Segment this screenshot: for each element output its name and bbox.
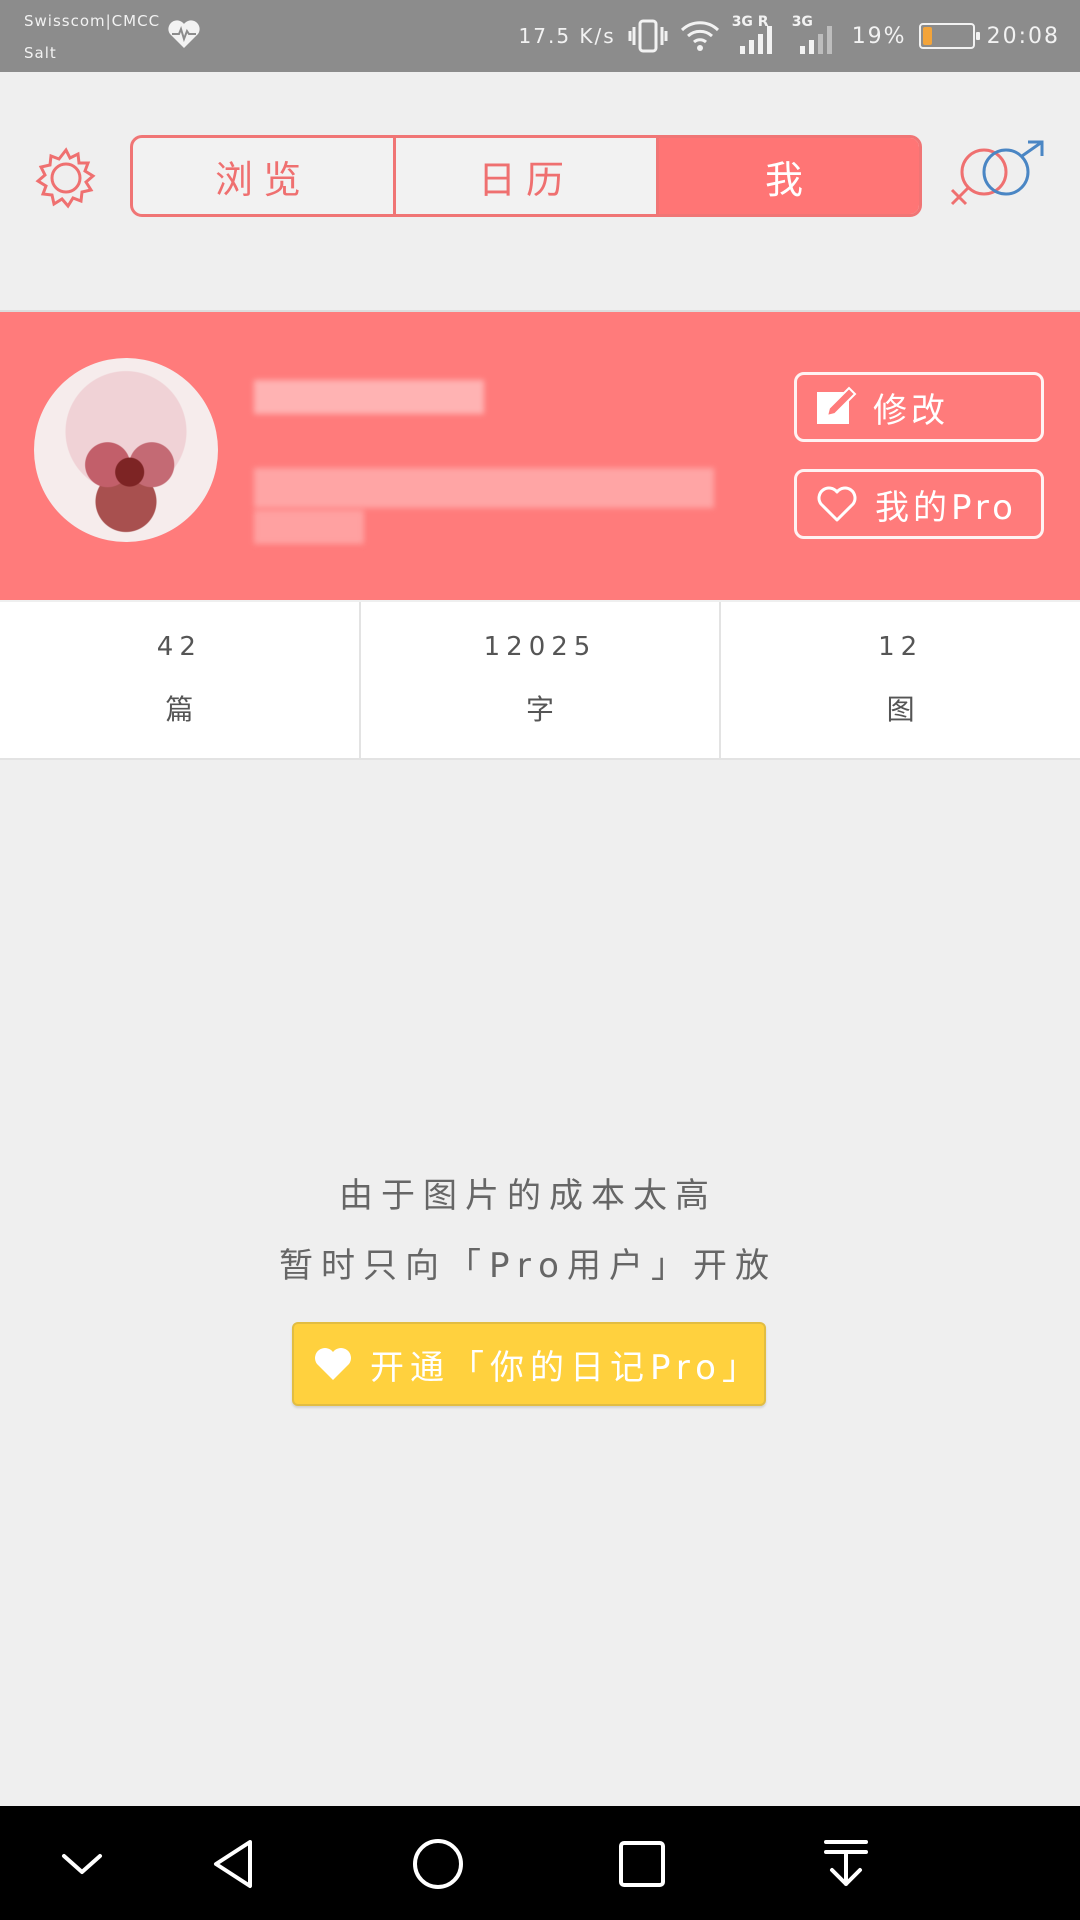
tab-me[interactable]: 我 — [656, 138, 919, 214]
stat-images[interactable]: 12 图 — [719, 602, 1080, 758]
tab-calendar[interactable]: 日历 — [393, 138, 656, 214]
signal-icon-secondary: 3G — [792, 14, 840, 56]
download-icon[interactable] — [816, 1834, 876, 1894]
stats-bar: 42 篇 12025 字 12 图 — [0, 602, 1080, 760]
gender-symbol-icon[interactable] — [948, 140, 1048, 216]
stat-label: 篇 — [165, 693, 194, 726]
my-pro-label: 我的Pro — [875, 487, 1017, 528]
status-bar: Swisscom|CMCC Salt 17.5 K/s 3G R 3G 19% … — [0, 0, 1080, 72]
edit-label: 修改 — [873, 390, 949, 431]
my-pro-button[interactable]: 我的Pro — [794, 469, 1044, 539]
heart-outline-icon — [817, 486, 857, 522]
home-icon[interactable] — [408, 1834, 468, 1894]
edit-icon — [817, 386, 857, 424]
activate-pro-button[interactable]: 开通「你的日记Pro」 — [292, 1322, 766, 1406]
activate-pro-label: 开通「你的日记Pro」 — [370, 1347, 762, 1388]
profile-card: 修改 我的Pro — [0, 312, 1080, 600]
stat-value: 42 — [156, 632, 202, 662]
stat-entries[interactable]: 42 篇 — [0, 602, 359, 758]
stat-words[interactable]: 12025 字 — [358, 602, 720, 758]
stat-label: 图 — [886, 693, 915, 726]
main-tabs: 浏览 日历 我 — [130, 135, 922, 217]
carrier-name: Swisscom|CMCC — [24, 12, 161, 30]
bio-redacted-line2 — [254, 510, 364, 544]
system-nav-bar — [0, 1806, 1080, 1920]
wifi-icon — [680, 21, 719, 51]
notice-line1: 由于图片的成本太高 — [339, 1176, 717, 1216]
battery-percent: 19% — [851, 23, 907, 49]
username-redacted — [254, 380, 484, 414]
heartbeat-icon — [168, 20, 200, 48]
stat-value: 12 — [878, 632, 924, 662]
carrier-name-secondary: Salt — [24, 44, 57, 62]
signal-icon: 3G R — [732, 14, 780, 56]
heart-icon — [315, 1348, 351, 1380]
gear-icon[interactable] — [34, 146, 98, 210]
clock: 20:08 — [986, 23, 1060, 49]
status-icons: 17.5 K/s 3G R 3G 19% 20:08 — [518, 14, 1060, 56]
net-speed: 17.5 K/s — [518, 24, 616, 48]
avatar[interactable] — [34, 358, 218, 542]
chevron-down-icon[interactable] — [52, 1834, 112, 1894]
notice-line2: 暂时只向「Pro用户」开放 — [279, 1246, 777, 1286]
bio-redacted — [254, 468, 714, 508]
back-icon[interactable] — [204, 1834, 264, 1894]
recents-icon[interactable] — [612, 1834, 672, 1894]
tab-browse[interactable]: 浏览 — [133, 138, 393, 214]
battery-icon — [918, 23, 980, 49]
vibrate-icon — [628, 19, 668, 53]
stat-label: 字 — [526, 693, 555, 726]
edit-profile-button[interactable]: 修改 — [794, 372, 1044, 442]
stat-value: 12025 — [483, 632, 597, 662]
